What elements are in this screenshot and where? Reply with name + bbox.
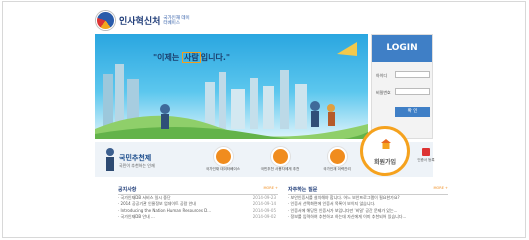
notice-section: 공지사항 MORE + · 국가인재DB 서비스 일시 중단 2014-09-23…	[118, 186, 278, 221]
banner-slogan: "이제는 사람 입니다."	[153, 52, 230, 63]
service-label: 국가인재 데이터베이스	[205, 167, 241, 171]
faq-more-link[interactable]: MORE +	[434, 186, 448, 190]
login-title: LOGIN	[372, 35, 432, 62]
service-label: 국민추천 사용자에게 추천	[260, 167, 300, 171]
database-icon	[213, 147, 233, 166]
item-text: · 2014 공공기관 인물정보 업데이트 공람 안내	[118, 201, 196, 207]
faq-title: 자주하는 질문	[288, 186, 448, 195]
notice-title: 공지사항	[118, 186, 278, 195]
item-text: · 국가인재DB 서비스 일시 중단	[118, 195, 171, 200]
id-label: 아이디	[376, 73, 388, 78]
slogan-suffix: 입니다."	[200, 53, 231, 62]
service-label: 국가인재 이력관리	[323, 167, 351, 171]
login-button[interactable]: 확 인	[395, 107, 430, 117]
recommend-title[interactable]: 국민추천제	[119, 153, 151, 163]
recommend-subtitle: 국민이 추천하는 인재	[119, 163, 155, 168]
item-text: · Introducing the Nation Human Resources…	[118, 207, 212, 213]
list-item[interactable]: · 국가인재DB 안내 ... 2014-09-02	[118, 214, 278, 220]
signup-button[interactable]: 회원가입	[360, 126, 410, 176]
emblem-icon	[96, 11, 115, 30]
password-label: 비밀번호	[376, 90, 391, 95]
faq-section: 자주하는 질문 MORE + · 보안인증서를 설치해야 합니다. 어느 보안프…	[288, 186, 448, 221]
logo-subtext: 국가인재 데이터베이스	[163, 15, 190, 26]
recommend-icon	[270, 147, 290, 166]
item-date: 2014-09-02	[252, 214, 276, 220]
slogan-highlight: 사람	[182, 52, 201, 63]
service-item-recommend[interactable]: 국민추천 사용자에게 추천	[260, 147, 300, 171]
history-icon	[327, 147, 347, 166]
city-illustration	[95, 42, 368, 139]
person-icon	[106, 148, 114, 171]
item-text: · 정보를 입력하여 추천하고 하는데 자신에게 이미 추천되어 있습니다...	[288, 214, 407, 220]
main-banner: "이제는 사람 입니다."	[95, 34, 368, 139]
item-text: · 인증서 선택화면에 인증서 목록이 보이지 않습니다.	[288, 201, 376, 207]
logo-text: 인사혁신처	[119, 17, 161, 27]
site-logo[interactable]: 인사혁신처 국가인재 데이터베이스	[96, 11, 193, 30]
item-text: · 보안인증서를 설치해야 합니다. 어느 보안프로그램이 필요한가요?	[288, 195, 400, 200]
login-panel: LOGIN 아이디 비밀번호 확 인	[371, 34, 433, 139]
certificate-register[interactable]: 인증서 등록	[415, 147, 437, 163]
notice-more-link[interactable]: MORE +	[264, 186, 278, 190]
service-item-history[interactable]: 국가인재 이력관리	[317, 147, 357, 171]
list-item[interactable]: · 정보를 입력하여 추천하고 하는데 자신에게 이미 추천되어 있습니다...	[288, 214, 448, 220]
signup-label: 회원가입	[373, 159, 397, 166]
password-input[interactable]	[395, 88, 430, 95]
house-icon	[381, 139, 391, 149]
service-item-db[interactable]: 국가인재 데이터베이스	[203, 147, 243, 171]
slogan-prefix: "이제는	[153, 53, 180, 62]
certificate-icon	[422, 148, 430, 156]
item-text: · 인증서에 해당된 인증서가 보입니다만 '비밀' 공간 문제가 있는...	[288, 207, 398, 213]
id-input[interactable]	[395, 71, 430, 78]
certificate-label: 인증서 등록	[417, 158, 435, 162]
item-text: · 국가인재DB 안내 ...	[118, 214, 155, 220]
